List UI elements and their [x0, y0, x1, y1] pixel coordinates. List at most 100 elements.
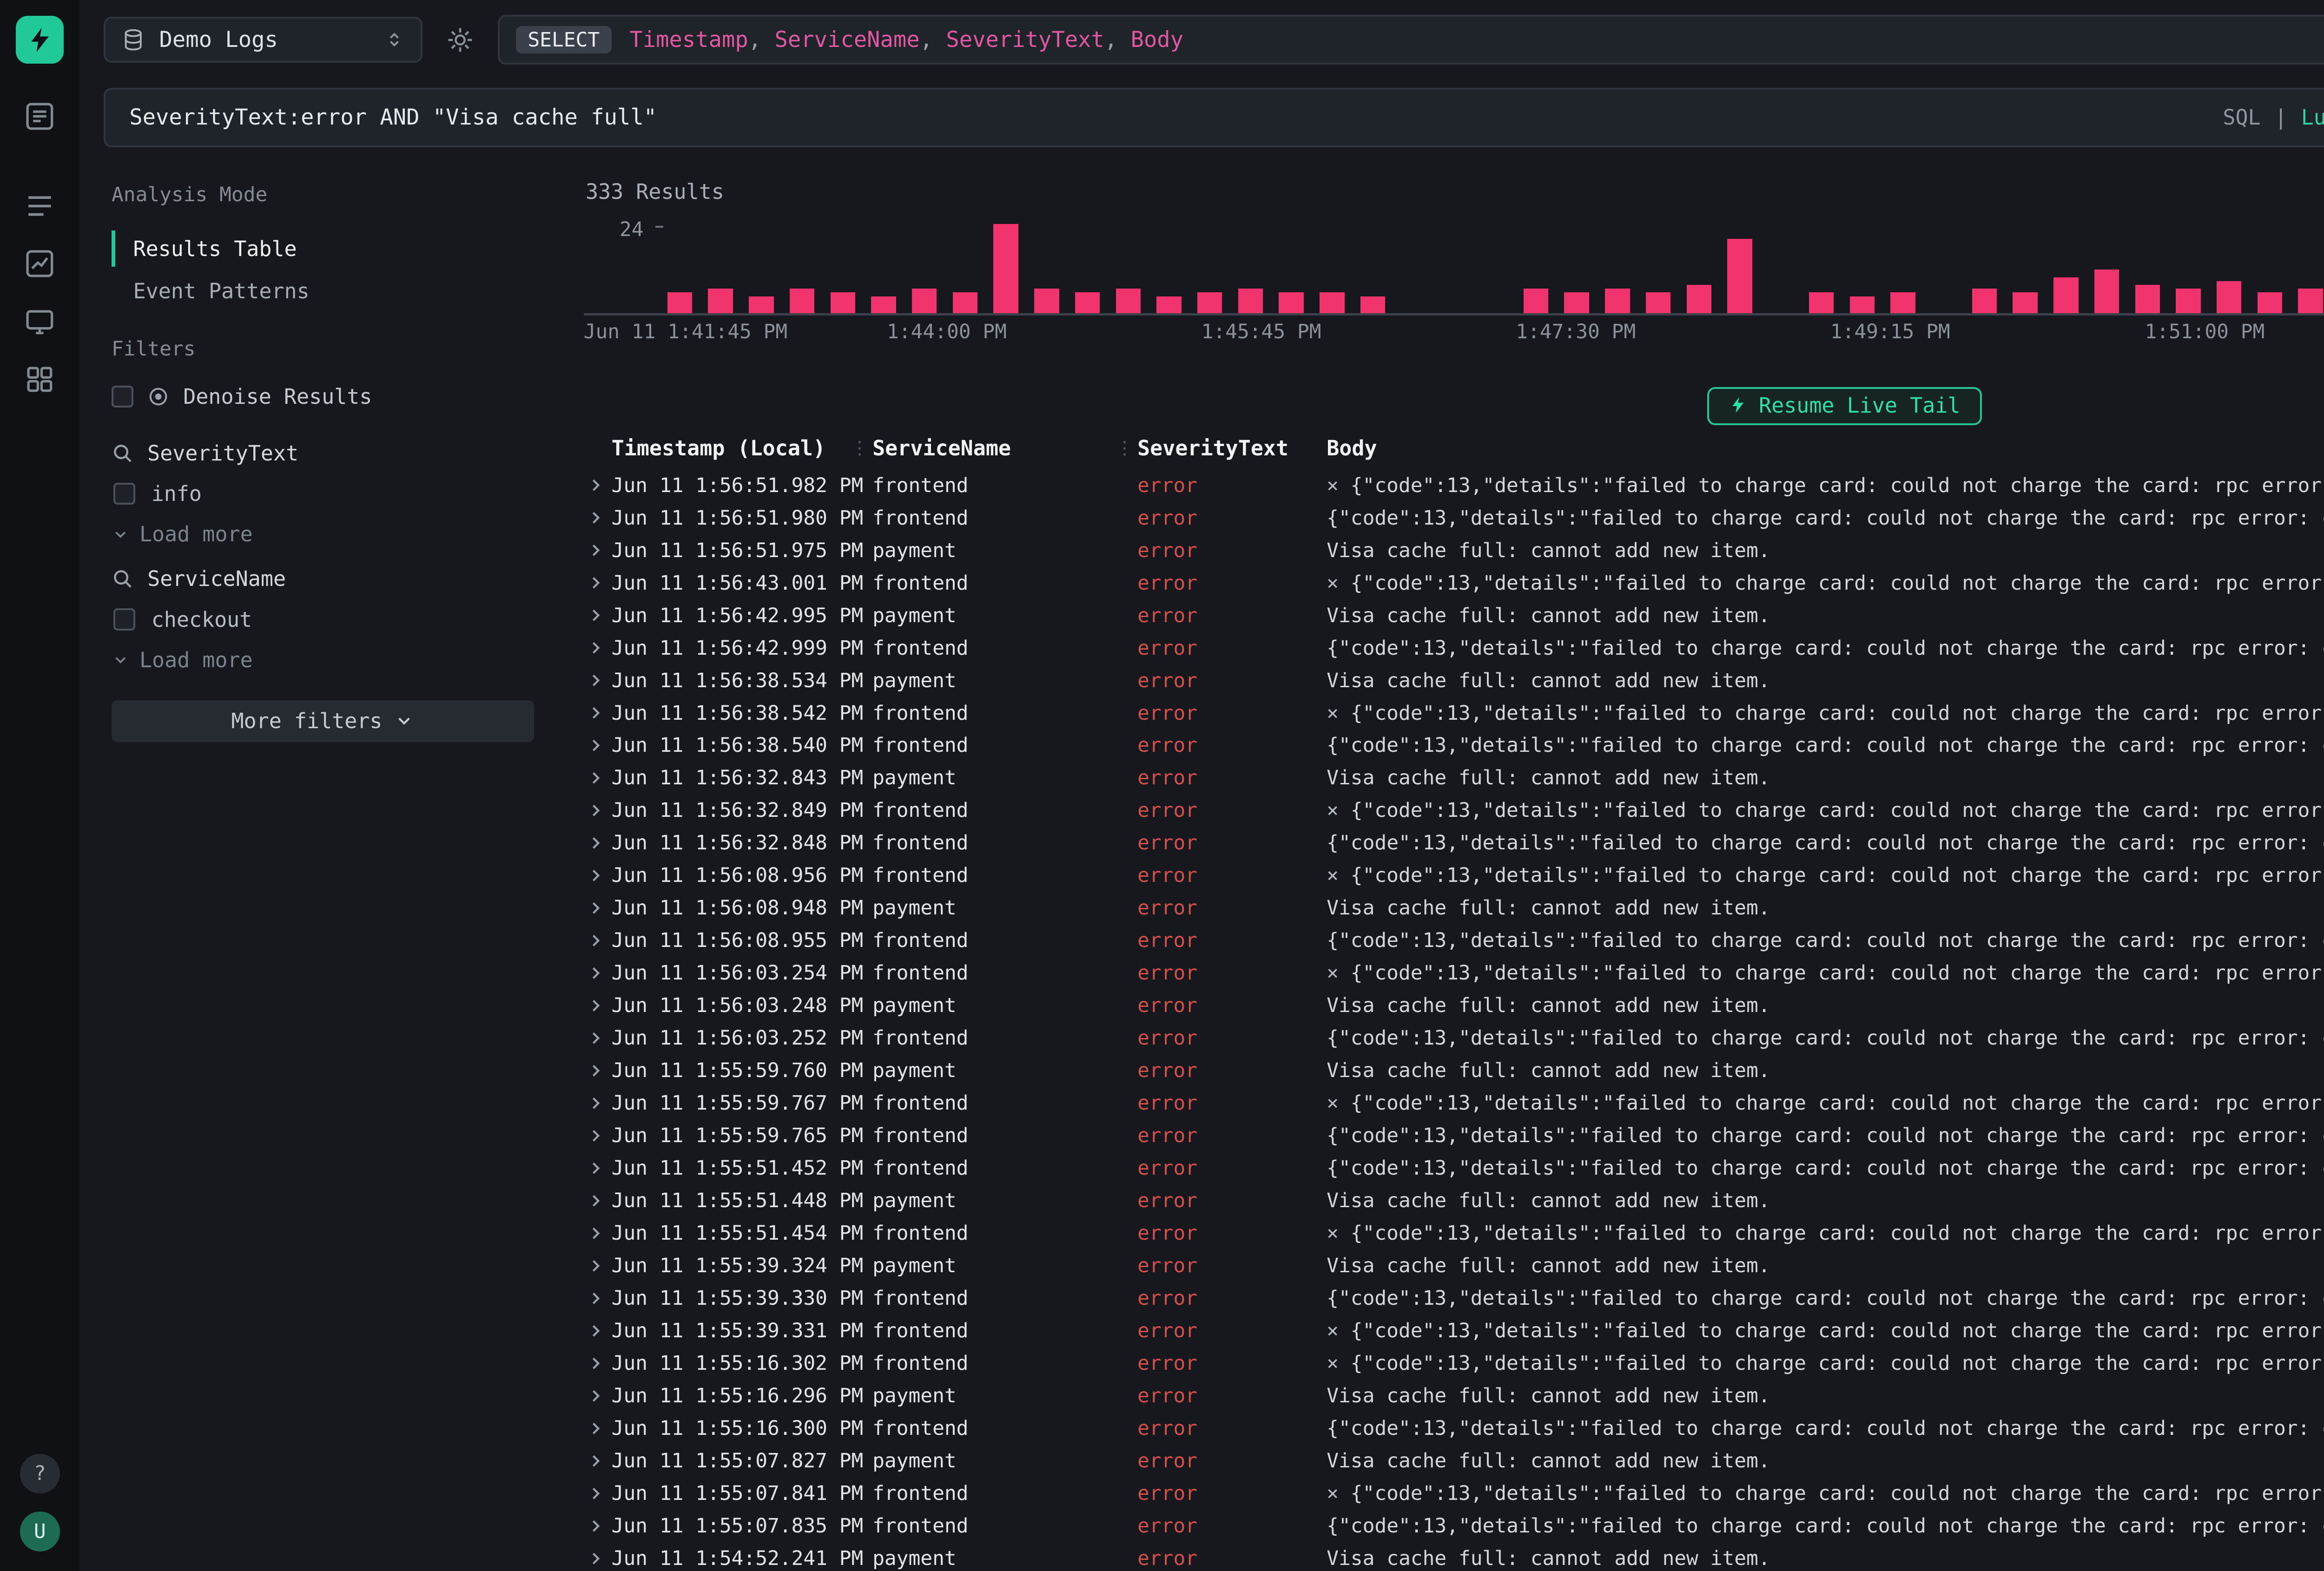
search-input[interactable]: SeverityText:error AND "Visa cache full"… — [104, 88, 2324, 148]
row-expander-icon[interactable] — [580, 802, 612, 820]
row-expander-icon[interactable] — [580, 671, 612, 690]
chart-icon[interactable] — [23, 247, 57, 281]
log-row[interactable]: Jun 11 1:56:08.948 PMpaymenterrorVisa ca… — [580, 892, 2324, 924]
help-button[interactable]: ? — [20, 1454, 60, 1494]
row-expander-icon[interactable] — [580, 997, 612, 1015]
row-expander-icon[interactable] — [580, 574, 612, 592]
filter-group-header[interactable]: SeverityText — [112, 441, 534, 466]
log-row[interactable]: Jun 11 1:55:39.331 PMfrontenderror×{"cod… — [580, 1315, 2324, 1347]
log-row[interactable]: Jun 11 1:55:16.300 PMfrontenderror{"code… — [580, 1412, 2324, 1445]
row-expander-icon[interactable] — [580, 834, 612, 852]
checkbox[interactable] — [113, 483, 135, 505]
log-row[interactable]: Jun 11 1:55:07.827 PMpaymenterrorVisa ca… — [580, 1445, 2324, 1477]
mode-event-patterns[interactable]: Event Patterns — [112, 273, 534, 309]
list-icon[interactable] — [23, 189, 57, 223]
mode-results-table[interactable]: Results Table — [112, 230, 534, 267]
log-row[interactable]: Jun 11 1:56:38.542 PMfrontenderror×{"cod… — [580, 697, 2324, 730]
row-expander-icon[interactable] — [580, 1354, 612, 1373]
log-row[interactable]: Jun 11 1:56:32.848 PMfrontenderror{"code… — [580, 827, 2324, 859]
log-row[interactable]: Jun 11 1:56:32.849 PMfrontenderror×{"cod… — [580, 794, 2324, 827]
log-row[interactable]: Jun 11 1:56:42.999 PMfrontenderror{"code… — [580, 632, 2324, 664]
log-row[interactable]: Jun 11 1:55:51.452 PMfrontenderror{"code… — [580, 1152, 2324, 1184]
dashboard-grid-icon[interactable] — [23, 362, 57, 396]
log-row[interactable]: Jun 11 1:55:16.302 PMfrontenderror×{"cod… — [580, 1347, 2324, 1380]
row-expander-icon[interactable] — [580, 1550, 612, 1568]
row-expander-icon[interactable] — [580, 704, 612, 722]
log-row[interactable]: Jun 11 1:56:08.955 PMfrontenderror{"code… — [580, 924, 2324, 957]
row-expander-icon[interactable] — [580, 541, 612, 559]
column-header-severitytext[interactable]: SeverityText — [1137, 436, 1327, 460]
log-row[interactable]: Jun 11 1:55:39.330 PMfrontenderror{"code… — [580, 1282, 2324, 1315]
row-expander-icon[interactable] — [580, 606, 612, 624]
row-expander-icon[interactable] — [580, 1289, 612, 1308]
denoise-results-checkbox[interactable]: Denoise Results — [112, 384, 534, 409]
log-row[interactable]: Jun 11 1:56:03.254 PMfrontenderror×{"cod… — [580, 957, 2324, 989]
log-row[interactable]: Jun 11 1:56:51.982 PMfrontenderror×{"cod… — [580, 469, 2324, 502]
log-row[interactable]: Jun 11 1:55:59.765 PMfrontenderror{"code… — [580, 1119, 2324, 1152]
load-more-severitytext[interactable]: Load more — [112, 522, 534, 546]
filter-option-checkout[interactable]: checkout — [113, 607, 534, 632]
column-header-body[interactable]: Body — [1327, 436, 2324, 460]
log-row[interactable]: Jun 11 1:56:43.001 PMfrontenderror×{"cod… — [580, 567, 2324, 599]
log-row[interactable]: Jun 11 1:55:07.835 PMfrontenderror{"code… — [580, 1510, 2324, 1542]
row-expander-icon[interactable] — [580, 1387, 612, 1405]
log-row[interactable]: Jun 11 1:56:51.975 PMpaymenterrorVisa ca… — [580, 534, 2324, 567]
row-expander-icon[interactable] — [580, 1420, 612, 1438]
row-expander-icon[interactable] — [580, 639, 612, 657]
user-avatar[interactable]: U — [20, 1512, 60, 1551]
row-expander-icon[interactable] — [580, 1322, 612, 1340]
results-histogram[interactable]: 24 Jun 11 1:41:45 PM1:44:00 PM1:45:45 PM… — [580, 216, 2324, 343]
sql-language-toggle[interactable]: SQL — [2223, 105, 2260, 130]
search-logs-icon[interactable] — [23, 99, 57, 133]
row-expander-icon[interactable] — [580, 1094, 612, 1112]
column-header-timestamp[interactable]: Timestamp (Local)⋮ — [612, 436, 872, 460]
row-expander-icon[interactable] — [580, 1192, 612, 1210]
row-expander-icon[interactable] — [580, 736, 612, 755]
log-row[interactable]: Jun 11 1:55:59.767 PMfrontenderror×{"cod… — [580, 1087, 2324, 1119]
log-row[interactable]: Jun 11 1:56:38.540 PMfrontenderror{"code… — [580, 730, 2324, 762]
log-row[interactable]: Jun 11 1:56:03.252 PMfrontenderror{"code… — [580, 1022, 2324, 1054]
log-row[interactable]: Jun 11 1:55:51.454 PMfrontenderror×{"cod… — [580, 1217, 2324, 1249]
resume-live-tail-button[interactable]: Resume Live Tail — [1707, 387, 1982, 425]
log-row[interactable]: Jun 11 1:56:38.534 PMpaymenterrorVisa ca… — [580, 664, 2324, 697]
checkbox[interactable] — [112, 386, 133, 408]
log-row[interactable]: Jun 11 1:56:32.843 PMpaymenterrorVisa ca… — [580, 762, 2324, 794]
row-expander-icon[interactable] — [580, 769, 612, 787]
filter-option-info[interactable]: info — [113, 481, 534, 506]
row-expander-icon[interactable] — [580, 509, 612, 527]
log-row[interactable]: Jun 11 1:55:16.296 PMpaymenterrorVisa ca… — [580, 1380, 2324, 1412]
log-row[interactable]: Jun 11 1:55:59.760 PMpaymenterrorVisa ca… — [580, 1054, 2324, 1087]
source-settings-button[interactable] — [446, 26, 474, 54]
log-row[interactable]: Jun 11 1:55:51.448 PMpaymenterrorVisa ca… — [580, 1184, 2324, 1217]
row-expander-icon[interactable] — [580, 867, 612, 885]
row-expander-icon[interactable] — [580, 1452, 612, 1470]
log-row[interactable]: Jun 11 1:56:51.980 PMfrontenderror{"code… — [580, 502, 2324, 534]
row-expander-icon[interactable] — [580, 1127, 612, 1145]
row-expander-icon[interactable] — [580, 1517, 612, 1535]
log-row[interactable]: Jun 11 1:56:42.995 PMpaymenterrorVisa ca… — [580, 599, 2324, 632]
row-expander-icon[interactable] — [580, 1159, 612, 1177]
column-header-servicename[interactable]: ServiceName⋮ — [872, 436, 1137, 460]
row-expander-icon[interactable] — [580, 476, 612, 494]
row-expander-icon[interactable] — [580, 1257, 612, 1275]
checkbox[interactable] — [113, 608, 135, 630]
log-row[interactable]: Jun 11 1:55:39.324 PMpaymenterrorVisa ca… — [580, 1249, 2324, 1282]
source-select[interactable]: Demo Logs — [104, 17, 423, 63]
filter-group-header[interactable]: ServiceName — [112, 566, 534, 591]
log-row[interactable]: Jun 11 1:55:07.841 PMfrontenderror×{"cod… — [580, 1477, 2324, 1510]
lucene-language-toggle[interactable]: Lucene — [2301, 105, 2324, 130]
row-expander-icon[interactable] — [580, 1485, 612, 1503]
column-resize-handle[interactable]: ⋮ — [851, 438, 869, 459]
log-row[interactable]: Jun 11 1:56:08.956 PMfrontenderror×{"cod… — [580, 859, 2324, 892]
log-row[interactable]: Jun 11 1:56:03.248 PMpaymenterrorVisa ca… — [580, 989, 2324, 1022]
row-expander-icon[interactable] — [580, 1224, 612, 1242]
log-row[interactable]: Jun 11 1:54:52.241 PMpaymenterrorVisa ca… — [580, 1542, 2324, 1571]
row-expander-icon[interactable] — [580, 1062, 612, 1080]
load-more-servicename[interactable]: Load more — [112, 648, 534, 672]
app-logo[interactable] — [16, 16, 64, 64]
row-expander-icon[interactable] — [580, 1029, 612, 1047]
row-expander-icon[interactable] — [580, 899, 612, 917]
column-resize-handle[interactable]: ⋮ — [1116, 438, 1134, 459]
more-filters-button[interactable]: More filters — [112, 700, 534, 742]
monitor-icon[interactable] — [23, 305, 57, 339]
